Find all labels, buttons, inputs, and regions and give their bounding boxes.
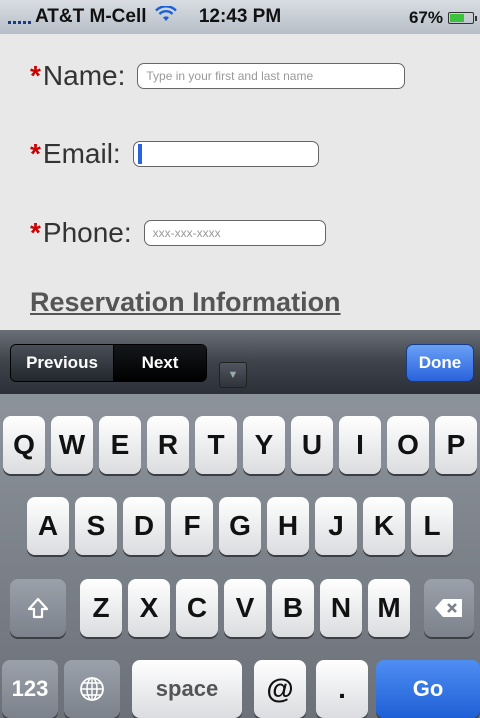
battery-percent: 67% [408,8,443,27]
key-s[interactable]: S [75,497,117,555]
globe-icon [80,677,104,701]
key-i[interactable]: I [339,416,381,474]
key-v[interactable]: V [224,579,266,637]
email-row: * Email: [30,138,319,170]
shift-arrow-icon [27,597,49,619]
space-key[interactable]: space [132,660,242,718]
signal-strength-icon [8,10,31,24]
period-key[interactable]: . [316,660,368,718]
key-b[interactable]: B [272,579,314,637]
at-key[interactable]: @ [254,660,306,718]
key-y[interactable]: Y [243,416,285,474]
battery-indicator: 67% [408,8,477,28]
key-d[interactable]: D [123,497,165,555]
next-button[interactable]: Next [114,345,206,381]
phone-label: Phone: [42,217,132,248]
key-o[interactable]: O [387,416,429,474]
autofill-dropdown-button[interactable]: ▼ [219,362,247,388]
name-placeholder: Type in your first and last name [146,69,314,83]
key-p[interactable]: P [435,416,477,474]
key-e[interactable]: E [99,416,141,474]
phone-field[interactable]: xxx-xxx-xxxx [143,220,326,246]
battery-icon [448,12,477,24]
phone-row: * Phone: xxx-xxx-xxxx [30,217,326,249]
key-x[interactable]: X [128,579,170,637]
key-g[interactable]: G [219,497,261,555]
key-j[interactable]: J [315,497,357,555]
name-row: * Name: Type in your first and last name [30,60,406,92]
backspace-icon [435,599,462,617]
backspace-key[interactable] [424,579,474,637]
prev-next-control: Previous Next [10,344,207,382]
key-z[interactable]: Z [80,579,122,637]
key-w[interactable]: W [51,416,93,474]
key-t[interactable]: T [195,416,237,474]
required-marker: * [30,138,41,169]
go-key[interactable]: Go [376,660,480,718]
name-field[interactable]: Type in your first and last name [137,63,406,89]
key-u[interactable]: U [291,416,333,474]
wifi-icon [154,5,177,28]
email-field[interactable] [132,141,319,167]
reservation-form: * Name: Type in your first and last name… [0,34,480,330]
phone-placeholder: xxx-xxx-xxxx [152,226,221,240]
section-heading: Reservation Information [30,287,341,317]
numbers-key[interactable]: 123 [2,660,58,718]
keyboard: QWERTYUIOP ASDFGHJKL ZXCVBNM 123 space @… [0,394,480,718]
status-bar: AT&T M-Cell 12:43 PM 67% [0,0,480,34]
key-r[interactable]: R [147,416,189,474]
name-label: Name: [42,60,126,91]
email-label: Email: [42,138,121,169]
key-l[interactable]: L [411,497,453,555]
required-marker: * [30,217,41,248]
triangle-down-icon: ▼ [227,369,239,381]
previous-button[interactable]: Previous [11,345,114,381]
key-q[interactable]: Q [3,416,45,474]
key-k[interactable]: K [363,497,405,555]
key-a[interactable]: A [27,497,69,555]
shift-key[interactable] [10,579,66,637]
key-m[interactable]: M [368,579,410,637]
form-assistant-toolbar: Previous Next ▼ Done [0,330,480,394]
required-marker: * [30,60,41,91]
clock: 12:43 PM [198,6,282,27]
carrier-name: AT&T M-Cell [35,6,147,27]
key-h[interactable]: H [267,497,309,555]
key-c[interactable]: C [176,579,218,637]
globe-key[interactable] [64,660,120,718]
done-button[interactable]: Done [406,344,474,382]
key-n[interactable]: N [320,579,362,637]
text-cursor [137,144,142,164]
key-f[interactable]: F [171,497,213,555]
